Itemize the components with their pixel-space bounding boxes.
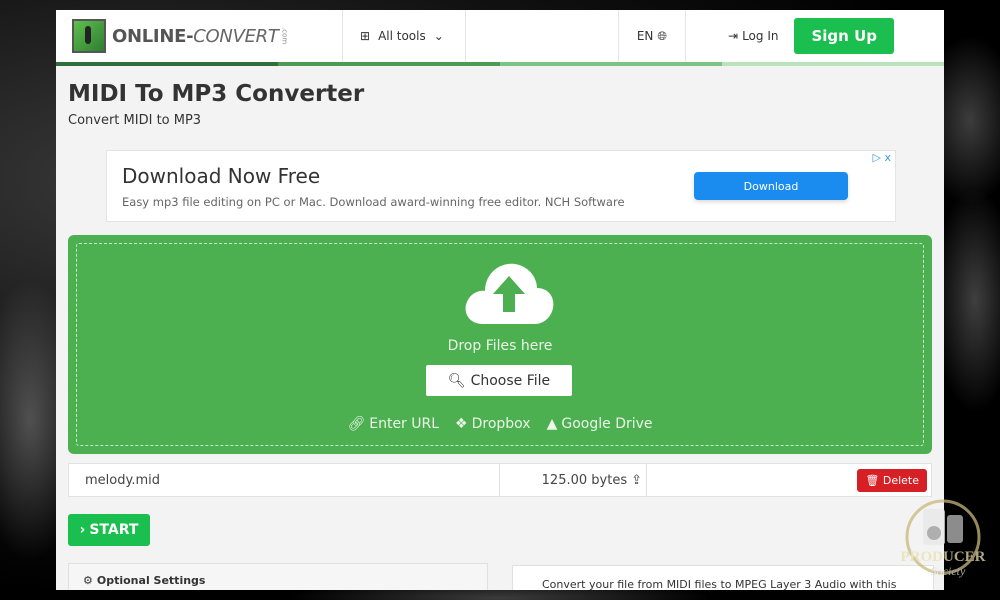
upload-sources: 🔗︎ Enter URL ❖ Dropbox ▲ Google Drive (77, 416, 923, 432)
dropbox-link[interactable]: ❖ Dropbox (455, 416, 531, 432)
file-size-cell: 125.00 bytes ⇪ (500, 464, 647, 496)
file-dropzone[interactable]: Drop Files here 🔍︎ Choose File 🔗︎ Enter U… (68, 235, 932, 454)
ad-banner[interactable]: Download Now Free Easy mp3 file editing … (106, 150, 896, 222)
page-subtitle: Convert MIDI to MP3 (68, 113, 202, 128)
ad-description: Easy mp3 file editing on PC or Mac. Down… (122, 195, 625, 209)
login-label: Log In (742, 29, 779, 43)
optional-settings-panel[interactable]: ⚙ Optional Settings (68, 563, 488, 590)
watermark-subtitle: Society (931, 564, 966, 578)
language-selector[interactable]: EN 🌐︎ (619, 10, 687, 62)
header-stripe (56, 62, 944, 66)
upload-icon: ⇪ (631, 472, 642, 488)
converter-description: Convert your file from MIDI files to MPE… (512, 565, 934, 590)
choose-file-button[interactable]: 🔍︎ Choose File (426, 365, 572, 396)
file-row: melody.mid 125.00 bytes ⇪ 🗑︎ Delete (68, 463, 932, 497)
gear-icon: ⚙ (83, 574, 93, 587)
ad-title: Download Now Free (122, 164, 321, 188)
file-size: 125.00 bytes (541, 472, 628, 488)
language-label: EN (636, 29, 654, 43)
optional-settings-label: Optional Settings (96, 574, 206, 587)
start-button[interactable]: › START (68, 514, 150, 546)
dropzone-dashed-border: Drop Files here 🔍︎ Choose File 🔗︎ Enter U… (76, 243, 924, 446)
description-text: Convert your file from MIDI files to MPE… (542, 578, 897, 590)
start-label: START (89, 522, 139, 538)
file-name: melody.mid (69, 464, 500, 496)
google-drive-link[interactable]: ▲ Google Drive (547, 416, 653, 432)
top-navigation-bar: ONLINE-CONVERT .com ⊞ All tools ⌄ EN 🌐︎ … (56, 10, 944, 62)
delete-file-button[interactable]: 🗑︎ Delete (857, 468, 927, 492)
trash-icon: 🗑︎ (865, 473, 880, 487)
search-icon: 🔍︎ (447, 372, 466, 389)
choose-file-label: Choose File (470, 372, 551, 389)
chevron-down-icon: ⌄ (433, 29, 444, 43)
logo-text: ONLINE-CONVERT (112, 25, 279, 47)
browser-page: ONLINE-CONVERT .com ⊞ All tools ⌄ EN 🌐︎ … (56, 10, 944, 590)
producer-society-watermark: PRODUCER Society (901, 499, 986, 578)
enter-url-link[interactable]: 🔗︎ Enter URL (347, 416, 439, 432)
login-link[interactable]: ⇥ Log In (686, 10, 794, 62)
sign-in-icon: ⇥ (728, 29, 739, 43)
cloud-upload-icon (465, 263, 554, 324)
all-tools-menu[interactable]: ⊞ All tools ⌄ (343, 10, 466, 62)
dropbox-icon: ❖ (455, 416, 468, 432)
page-title: MIDI To MP3 Converter (68, 81, 365, 107)
drop-files-text: Drop Files here (447, 338, 553, 354)
watermark-title: PRODUCER (901, 549, 986, 565)
nav-spacer (466, 10, 619, 62)
google-drive-icon: ▲ (546, 416, 558, 432)
ad-download-button[interactable]: Download (694, 172, 848, 200)
all-tools-label: All tools (378, 29, 426, 43)
logo-suffix: .com (280, 27, 289, 45)
delete-label: Delete (882, 473, 919, 487)
grid-icon: ⊞ (360, 29, 371, 43)
file-actions: 🗑︎ Delete (647, 464, 931, 496)
site-logo[interactable]: ONLINE-CONVERT .com (56, 10, 343, 62)
ad-choices-icon[interactable]: ▷ x (873, 151, 891, 164)
globe-icon: 🌐︎ (657, 28, 668, 43)
chevron-right-icon: › (79, 522, 86, 538)
optional-settings-header: ⚙ Optional Settings (83, 574, 205, 587)
logo-mark-icon (72, 19, 106, 53)
link-icon: 🔗︎ (347, 416, 366, 432)
signup-button[interactable]: Sign Up (794, 18, 894, 54)
